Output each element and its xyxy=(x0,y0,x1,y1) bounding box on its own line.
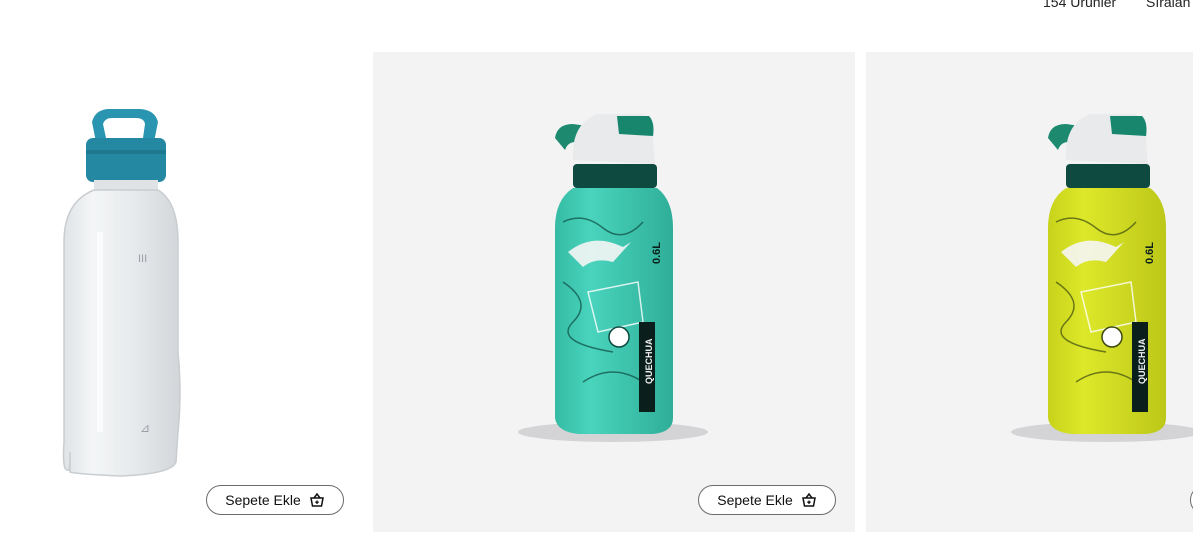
product-count: 154 Ürünler xyxy=(1043,0,1117,10)
product-card[interactable]: III ⊿ Sepete Ekle xyxy=(0,52,362,532)
add-to-cart-label: Sepete Ekle xyxy=(225,492,301,508)
sort-dropdown[interactable]: Sıralan xyxy=(1146,0,1190,10)
svg-text:⊿: ⊿ xyxy=(140,421,150,435)
add-to-cart-button[interactable]: Sepete Ekle xyxy=(698,485,836,515)
product-card[interactable]: QUECHUA 0.6L Sepete Ekle xyxy=(373,52,855,532)
product-image[interactable]: III ⊿ xyxy=(0,52,362,532)
volume-text: 0.6L xyxy=(651,242,663,264)
add-to-cart-button[interactable]: Sepete Ekle xyxy=(206,485,344,515)
product-card[interactable]: QUECHUA 0.6L xyxy=(866,52,1193,532)
brand-text: QUECHUA xyxy=(644,338,654,384)
product-image[interactable]: QUECHUA 0.6L xyxy=(866,52,1193,532)
basket-icon xyxy=(309,492,324,507)
volume-text: 0.6L xyxy=(1144,242,1156,264)
brand-text: QUECHUA xyxy=(1137,338,1147,384)
product-image[interactable]: QUECHUA 0.6L xyxy=(373,52,855,532)
basket-icon xyxy=(801,492,816,507)
svg-text:III: III xyxy=(138,253,147,265)
listing-toolbar: 154 Ürünler Sıralan xyxy=(0,0,1193,14)
add-to-cart-label: Sepete Ekle xyxy=(717,492,793,508)
